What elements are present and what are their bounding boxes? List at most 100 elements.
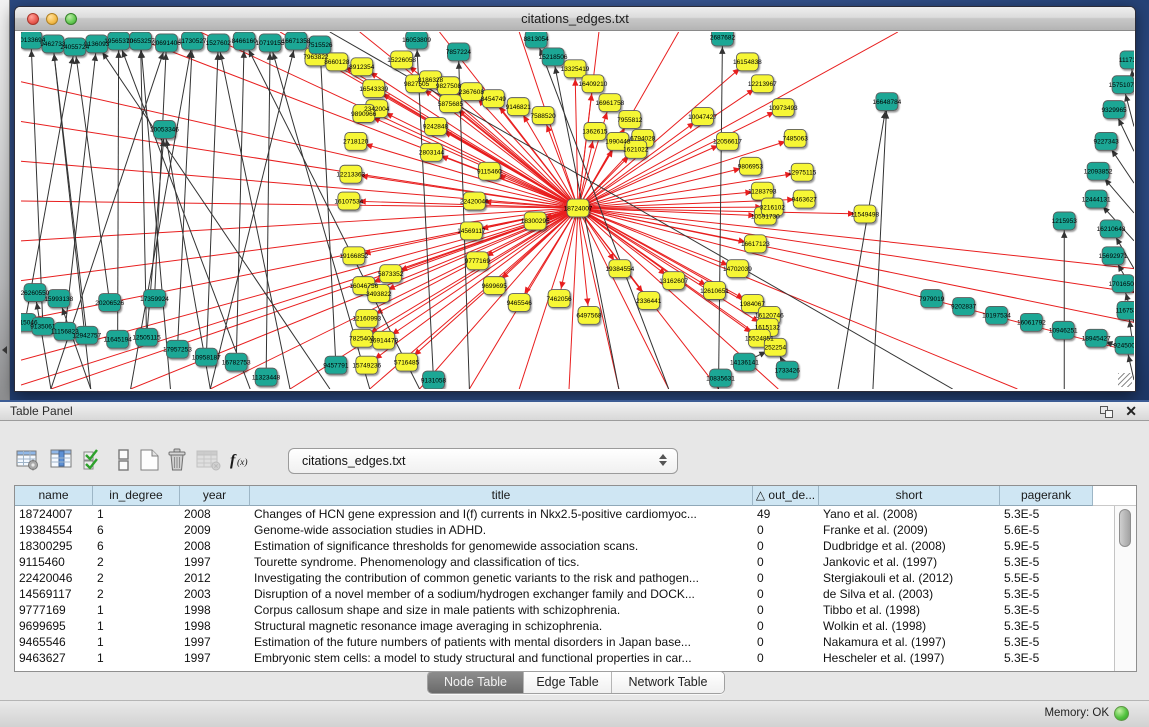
- cell-short[interactable]: Tibbo et al. (1998): [819, 602, 1000, 618]
- cell-pagerank[interactable]: 5.3E-5: [1000, 554, 1093, 570]
- cell-in_degree[interactable]: 1: [93, 602, 180, 618]
- cell-out_degree[interactable]: 49: [753, 506, 819, 522]
- cell-name[interactable]: 22420046: [15, 570, 93, 586]
- column-header-out_degree[interactable]: △ out_de...: [753, 486, 819, 506]
- create-column-button[interactable]: [138, 448, 162, 472]
- table-scrollbar-thumb[interactable]: [1119, 509, 1131, 547]
- column-header-short[interactable]: short: [819, 486, 1000, 506]
- cell-out_degree[interactable]: 0: [753, 554, 819, 570]
- cell-year[interactable]: 1997: [180, 554, 250, 570]
- table-row[interactable]: 977716911998Corpus callosum shape and si…: [15, 602, 1114, 618]
- cell-out_degree[interactable]: 0: [753, 650, 819, 666]
- cell-in_degree[interactable]: 6: [93, 522, 180, 538]
- cell-pagerank[interactable]: 5.3E-5: [1000, 586, 1093, 602]
- tab-network-table[interactable]: Network Table: [611, 672, 724, 693]
- cell-out_degree[interactable]: 0: [753, 570, 819, 586]
- column-header-title[interactable]: title: [250, 486, 753, 506]
- graph-edge[interactable]: [578, 32, 599, 208]
- graph-edge[interactable]: [218, 43, 290, 389]
- table-panel-header[interactable]: Table Panel ✕: [0, 400, 1149, 421]
- cell-short[interactable]: Jankovic et al. (1997): [819, 554, 1000, 570]
- cell-in_degree[interactable]: 6: [93, 538, 180, 554]
- cell-short[interactable]: Wolkin et al. (1998): [819, 618, 1000, 634]
- window-resize-grip[interactable]: [1118, 373, 1132, 387]
- cell-out_degree[interactable]: 0: [753, 618, 819, 634]
- table-row[interactable]: 1938455462009Genome-wide association stu…: [15, 522, 1114, 538]
- network-canvas[interactable]: 1872400718300295193845541522605898275058…: [21, 32, 1134, 389]
- cell-short[interactable]: Dudbridge et al. (2008): [819, 538, 1000, 554]
- table-row[interactable]: 1456911722003Disruption of a novel membe…: [15, 586, 1114, 602]
- table-selector-dropdown[interactable]: citations_edges.txt: [288, 448, 678, 474]
- cell-year[interactable]: 2008: [180, 538, 250, 554]
- graph-edge[interactable]: [206, 43, 218, 357]
- cell-title[interactable]: Tourette syndrome. Phenomenology and cla…: [250, 554, 753, 570]
- cell-pagerank[interactable]: 5.3E-5: [1000, 602, 1093, 618]
- cell-short[interactable]: Franke et al. (2009): [819, 522, 1000, 538]
- cell-short[interactable]: de Silva et al. (2003): [819, 586, 1000, 602]
- cell-year[interactable]: 1997: [180, 650, 250, 666]
- cell-in_degree[interactable]: 1: [93, 634, 180, 650]
- graph-edge[interactable]: [578, 208, 589, 315]
- table-row[interactable]: 911546021997Tourette syndrome. Phenomeno…: [15, 554, 1114, 570]
- cell-title[interactable]: Disruption of a novel member of a sodium…: [250, 586, 753, 602]
- cell-year[interactable]: 2003: [180, 586, 250, 602]
- table-body[interactable]: 18724007 1 2008Changes of HCN gene express…: [15, 506, 1114, 671]
- cell-in_degree[interactable]: 2: [93, 554, 180, 570]
- cell-pagerank[interactable]: 5.6E-5: [1000, 522, 1093, 538]
- cell-title[interactable]: Changes of HCN gene expression and I(f) …: [250, 506, 753, 522]
- cell-short[interactable]: Stergiakouli et al. (2012): [819, 570, 1000, 586]
- cell-pagerank[interactable]: 5.3E-5: [1000, 618, 1093, 634]
- table-row[interactable]: 1830029562008Estimation of significance …: [15, 538, 1114, 554]
- graph-edge[interactable]: [35, 293, 51, 389]
- cell-in_degree[interactable]: 1: [93, 650, 180, 666]
- cell-short[interactable]: Hescheler et al. (1997): [819, 650, 1000, 666]
- cell-title[interactable]: Structural magnetic resonance image aver…: [250, 618, 753, 634]
- cell-name[interactable]: 9777169: [15, 602, 93, 618]
- cell-name[interactable]: 9115460: [15, 554, 93, 570]
- network-view-window[interactable]: citations_edges.txt 18724007183002951938…: [14, 6, 1136, 392]
- column-header-year[interactable]: year: [180, 486, 250, 506]
- cell-pagerank[interactable]: 5.3E-5: [1000, 506, 1093, 522]
- graph-edge[interactable]: [177, 41, 192, 349]
- cell-pagerank[interactable]: 5.3E-5: [1000, 650, 1093, 666]
- function-builder-button[interactable]: f (x): [228, 448, 258, 472]
- delete-column-button[interactable]: [166, 448, 190, 472]
- network-window-titlebar[interactable]: citations_edges.txt: [15, 7, 1135, 31]
- tab-node-table[interactable]: Node Table: [428, 672, 523, 693]
- cell-name[interactable]: 18300295: [15, 538, 93, 554]
- panel-collapse-arrow-icon[interactable]: [2, 346, 7, 354]
- cell-name[interactable]: 18724007: [15, 506, 93, 522]
- cell-year[interactable]: 1997: [180, 634, 250, 650]
- close-panel-icon[interactable]: ✕: [1125, 403, 1137, 420]
- cell-title[interactable]: Corpus callosum shape and size in male p…: [250, 602, 753, 618]
- tab-edge-table[interactable]: Edge Table: [523, 672, 611, 693]
- cell-in_degree[interactable]: 2: [93, 570, 180, 586]
- table-row[interactable]: 946362711997Embryonic stem cells: a mode…: [15, 650, 1114, 666]
- cell-name[interactable]: 9465546: [15, 634, 93, 650]
- cell-year[interactable]: 1998: [180, 602, 250, 618]
- memory-ok-indicator[interactable]: [1114, 706, 1129, 721]
- cell-name[interactable]: 9463627: [15, 650, 93, 666]
- cell-short[interactable]: Nakamura et al. (1997): [819, 634, 1000, 650]
- cell-title[interactable]: Investigating the contribution of common…: [250, 570, 753, 586]
- cell-year[interactable]: 1998: [180, 618, 250, 634]
- cell-pagerank[interactable]: 5.5E-5: [1000, 570, 1093, 586]
- cell-title[interactable]: Estimation of significance thresholds fo…: [250, 538, 753, 554]
- cell-title[interactable]: Estimation of the future numbers of pati…: [250, 634, 753, 650]
- table-row[interactable]: 969969511998Structural magnetic resonanc…: [15, 618, 1114, 634]
- table-row[interactable]: 946554611997Estimation of the future num…: [15, 634, 1114, 650]
- float-panel-icon[interactable]: [1100, 406, 1113, 418]
- cell-out_degree[interactable]: 0: [753, 522, 819, 538]
- table-row[interactable]: 2242004622012Investigating the contribut…: [15, 570, 1114, 586]
- cell-year[interactable]: 2012: [180, 570, 250, 586]
- table-mode-button[interactable]: [16, 448, 40, 472]
- cell-year[interactable]: 2008: [180, 506, 250, 522]
- graph-edge[interactable]: [575, 69, 578, 208]
- table-scrollbar[interactable]: [1114, 506, 1136, 671]
- graph-edge[interactable]: [266, 43, 270, 377]
- left-panel-collapsed-strip[interactable]: [0, 0, 10, 400]
- cell-pagerank[interactable]: 5.3E-5: [1000, 634, 1093, 650]
- cell-year[interactable]: 2009: [180, 522, 250, 538]
- cell-name[interactable]: 9699695: [15, 618, 93, 634]
- cell-in_degree[interactable]: 1: [93, 618, 180, 634]
